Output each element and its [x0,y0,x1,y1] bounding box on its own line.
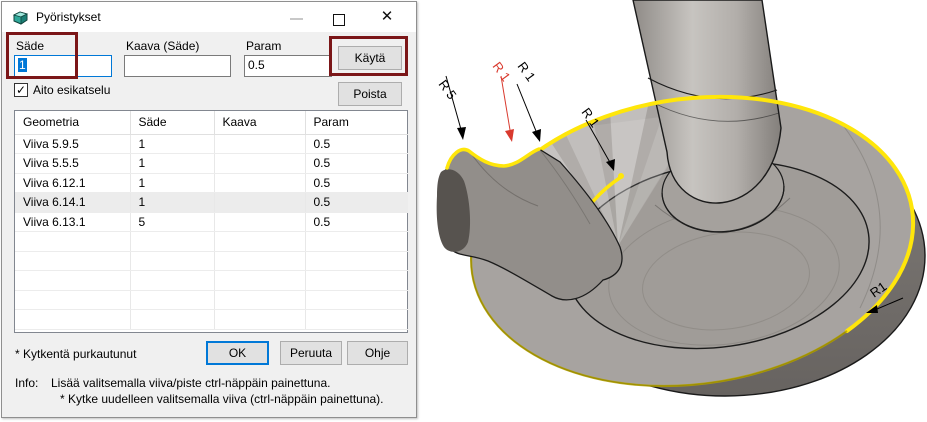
info-line-1: Lisää valitsemalla viiva/piste ctrl-näpp… [51,376,331,390]
table-row-empty[interactable] [15,271,408,291]
cell-radius: 5 [130,212,214,232]
table-row-empty[interactable] [15,232,408,252]
table-row-selected[interactable]: Viiva 6.14.1 1 0.5 [15,193,408,213]
table-row[interactable]: Viiva 6.13.1 5 0.5 [15,212,408,232]
screenshot-root: Pyöristykset ✕ Säde Kaava (Säde) Param 1… [0,0,927,422]
cell-formula [214,173,305,193]
maximize-button[interactable] [333,14,345,26]
fillet-app-icon [12,9,29,26]
minimize-button[interactable] [290,18,303,20]
close-button[interactable]: ✕ [378,8,396,26]
bowl-highlight-dot [618,173,624,179]
param-label: Param [246,39,281,53]
cell-geometry: Viiva 5.5.5 [15,154,130,174]
cell-formula [214,193,305,213]
fillet-list: Geometria Säde Kaava Param Viiva 5.9.5 1… [14,110,408,333]
dim-label-r1-active: R 1 [490,59,514,84]
cell-geometry: Viiva 5.9.5 [15,134,130,154]
cell-geometry: Viiva 6.13.1 [15,212,130,232]
true-preview-checkbox[interactable]: ✓ [14,83,28,97]
fillets-dialog: Pyöristykset ✕ Säde Kaava (Säde) Param 1… [1,1,417,418]
cell-param: 0.5 [305,134,408,154]
table-row-empty[interactable] [15,251,408,271]
cancel-button[interactable]: Peruuta [280,341,342,365]
dimension-r1-active[interactable]: R 1 [490,59,514,142]
cell-radius: 1 [130,193,214,213]
help-button[interactable]: Ohje [347,341,408,365]
radius-label: Säde [16,39,44,53]
radius-input[interactable]: 1 [14,55,112,77]
table-row-empty[interactable] [15,290,408,310]
dialog-title: Pyöristykset [36,10,101,24]
cell-radius: 1 [130,134,214,154]
cell-param: 0.5 [305,173,408,193]
col-radius[interactable]: Säde [130,111,214,134]
cad-3d-viewport[interactable]: R 5 R 1 R 1 R 1 R1 [420,0,927,422]
table-header-row: Geometria Säde Kaava Param [15,111,408,134]
cell-param: 0.5 [305,154,408,174]
dimension-r5[interactable]: R 5 [436,76,466,140]
dim-label-r1-black: R 1 [515,59,539,84]
table-row[interactable]: Viiva 5.9.5 1 0.5 [15,134,408,154]
remove-button[interactable]: Poista [338,82,402,106]
param-input[interactable]: 0.5 [244,55,332,77]
cell-radius: 1 [130,173,214,193]
param-input-value: 0.5 [248,58,265,72]
table-row[interactable]: Viiva 6.12.1 1 0.5 [15,173,408,193]
dimension-r1-black[interactable]: R 1 [515,59,541,142]
cell-param: 0.5 [305,193,408,213]
formula-label: Kaava (Säde) [126,39,199,53]
info-line-2: * Kytke uudelleen valitsemalla viiva (ct… [60,392,384,406]
cad-model-svg: R 5 R 1 R 1 R 1 R1 [420,0,927,422]
cell-geometry: Viiva 6.12.1 [15,173,130,193]
cell-formula [214,134,305,154]
col-param[interactable]: Param [305,111,408,134]
col-formula[interactable]: Kaava [214,111,305,134]
ok-button[interactable]: OK [206,341,269,365]
fillet-table: Geometria Säde Kaava Param Viiva 5.9.5 1… [15,111,408,330]
true-preview-label: Aito esikatselu [33,83,110,97]
dim-label-r5: R 5 [436,77,460,102]
cell-formula [214,154,305,174]
formula-input[interactable] [124,55,231,77]
table-row[interactable]: Viiva 5.5.5 1 0.5 [15,154,408,174]
table-row-empty[interactable] [15,310,408,330]
radius-input-value: 1 [18,58,27,72]
cell-formula [214,212,305,232]
apply-button[interactable]: Käytä [338,46,402,70]
info-label: Info: [15,376,38,390]
cell-param: 0.5 [305,212,408,232]
cell-geometry: Viiva 6.14.1 [15,193,130,213]
connection-note: * Kytkentä purkautunut [15,347,136,361]
cell-radius: 1 [130,154,214,174]
dialog-titlebar[interactable]: Pyöristykset ✕ [2,2,416,32]
col-geometry[interactable]: Geometria [15,111,130,134]
